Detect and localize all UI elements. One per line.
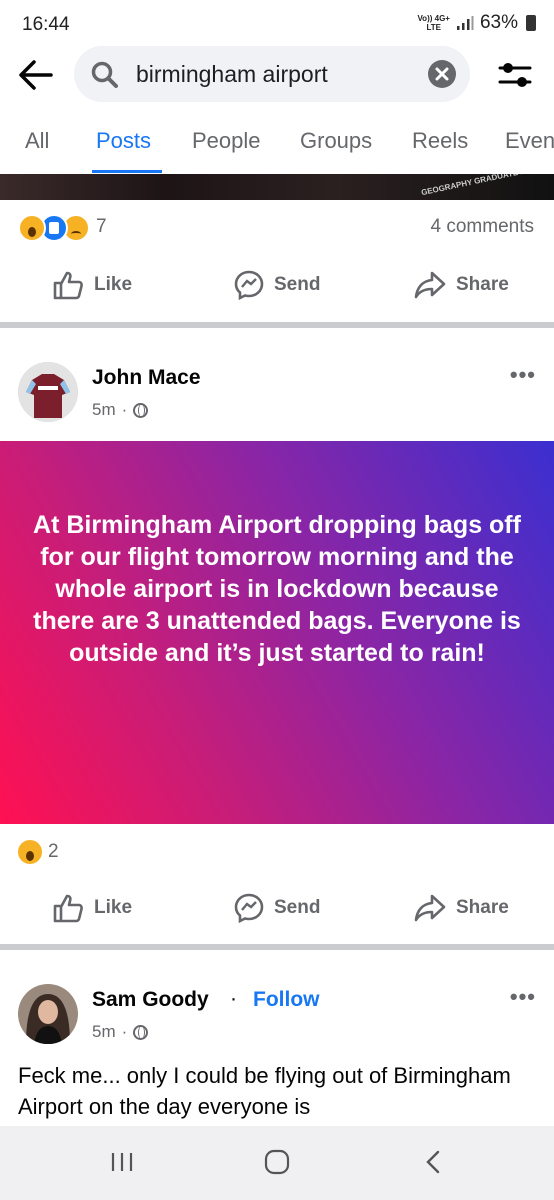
- signal-icon: [456, 16, 474, 30]
- post-actions: Like Send Share: [0, 879, 554, 939]
- status-bar: 16:44 Vo)) 4G+ LTE 63%: [0, 0, 554, 44]
- post-divider: [0, 322, 554, 328]
- clear-search-button[interactable]: [428, 60, 456, 88]
- battery-icon: [526, 15, 536, 31]
- wow-reaction-icon: [16, 838, 44, 866]
- like-button[interactable]: Like: [52, 893, 132, 923]
- home-icon[interactable]: [263, 1148, 291, 1176]
- like-button[interactable]: Like: [52, 270, 132, 300]
- reaction-count: 7: [96, 216, 107, 237]
- tab-all[interactable]: All: [25, 128, 49, 154]
- search-icon: [91, 61, 118, 88]
- battery-percent: 63%: [479, 12, 518, 33]
- post-text[interactable]: Feck me... only I could be flying out of…: [18, 1060, 538, 1122]
- post-header: John Mace 5m · •••: [0, 360, 554, 430]
- previous-post-actions: Like Send Share: [0, 256, 554, 316]
- globe-icon: [133, 402, 149, 418]
- post-header: Sam Goody · Follow 5m · •••: [0, 982, 554, 1052]
- active-tab-indicator: [92, 170, 162, 173]
- tab-posts[interactable]: Posts: [96, 128, 151, 154]
- search-input[interactable]: birmingham airport: [74, 46, 470, 102]
- wow-reaction-icon: [18, 214, 46, 242]
- messenger-icon: [234, 893, 264, 923]
- text-post-background[interactable]: At Birmingham Airport dropping bags off …: [0, 441, 554, 824]
- post-reactions[interactable]: 2: [0, 834, 554, 870]
- system-navigation-bar: [0, 1126, 554, 1200]
- status-time: 16:44: [22, 14, 70, 35]
- share-arrow-icon: [414, 894, 446, 922]
- recent-apps-icon[interactable]: [108, 1148, 136, 1176]
- post-time[interactable]: 5m: [92, 1022, 116, 1042]
- like-label: Like: [94, 897, 133, 918]
- send-label: Send: [274, 274, 321, 295]
- send-label: Send: [274, 897, 321, 918]
- tab-groups[interactable]: Groups: [300, 128, 372, 154]
- send-button[interactable]: Send: [234, 893, 320, 923]
- post-meta: 5m ·: [92, 1022, 149, 1042]
- share-button[interactable]: Share: [414, 893, 509, 923]
- network-type-bottom: LTE: [426, 23, 441, 32]
- search-filter-tabs: All Posts People Groups Reels Even: [0, 108, 554, 174]
- avatar[interactable]: [18, 984, 78, 1044]
- network-type: Vo)) 4G+ LTE: [417, 14, 450, 32]
- back-icon[interactable]: [420, 1148, 448, 1176]
- share-arrow-icon: [414, 271, 446, 299]
- more-options-button[interactable]: •••: [510, 362, 536, 388]
- profile-photo-icon: [18, 984, 78, 1044]
- meta-separator: ·: [121, 400, 128, 419]
- close-icon: [435, 67, 449, 81]
- like-label: Like: [94, 274, 133, 295]
- post-text: At Birmingham Airport dropping bags off …: [33, 511, 521, 667]
- search-query[interactable]: birmingham airport: [136, 61, 328, 88]
- football-shirt-avatar-icon: [18, 362, 78, 422]
- network-type-top: Vo)) 4G+: [417, 14, 450, 23]
- thumbs-up-icon: [53, 894, 83, 923]
- send-button[interactable]: Send: [234, 270, 320, 300]
- post-meta: 5m ·: [92, 400, 149, 420]
- post-time[interactable]: 5m: [92, 400, 116, 420]
- tab-events[interactable]: Even: [505, 128, 554, 154]
- tab-reels[interactable]: Reels: [412, 128, 468, 154]
- share-button[interactable]: Share: [414, 270, 509, 300]
- share-label: Share: [456, 897, 509, 918]
- thumbs-up-icon: [53, 271, 83, 300]
- author-name[interactable]: Sam Goody: [92, 988, 209, 1012]
- share-label: Share: [456, 274, 509, 295]
- search-header: birmingham airport: [0, 44, 554, 106]
- filter-sliders-icon[interactable]: [498, 60, 532, 90]
- avatar[interactable]: [18, 362, 78, 422]
- reaction-count: 2: [48, 841, 59, 862]
- globe-icon: [133, 1024, 149, 1040]
- image-caption-text: GEOGRAPHY GRADUATE 2024: [420, 174, 539, 198]
- tab-people[interactable]: People: [192, 128, 261, 154]
- messenger-icon: [234, 270, 264, 300]
- status-icons: Vo)) 4G+ LTE 63%: [417, 12, 536, 34]
- author-name[interactable]: John Mace: [92, 366, 201, 390]
- previous-post-image[interactable]: GEOGRAPHY GRADUATE 2024: [0, 174, 554, 200]
- more-options-button[interactable]: •••: [510, 984, 536, 1010]
- follow-button[interactable]: Follow: [253, 988, 320, 1012]
- comments-count[interactable]: 4 comments: [431, 216, 534, 238]
- follow-separator: ·: [230, 987, 237, 1010]
- post-divider: [0, 944, 554, 950]
- meta-separator: ·: [121, 1022, 128, 1041]
- back-arrow-icon[interactable]: [18, 58, 54, 92]
- previous-post-reactions[interactable]: 7 4 comments: [0, 210, 554, 246]
